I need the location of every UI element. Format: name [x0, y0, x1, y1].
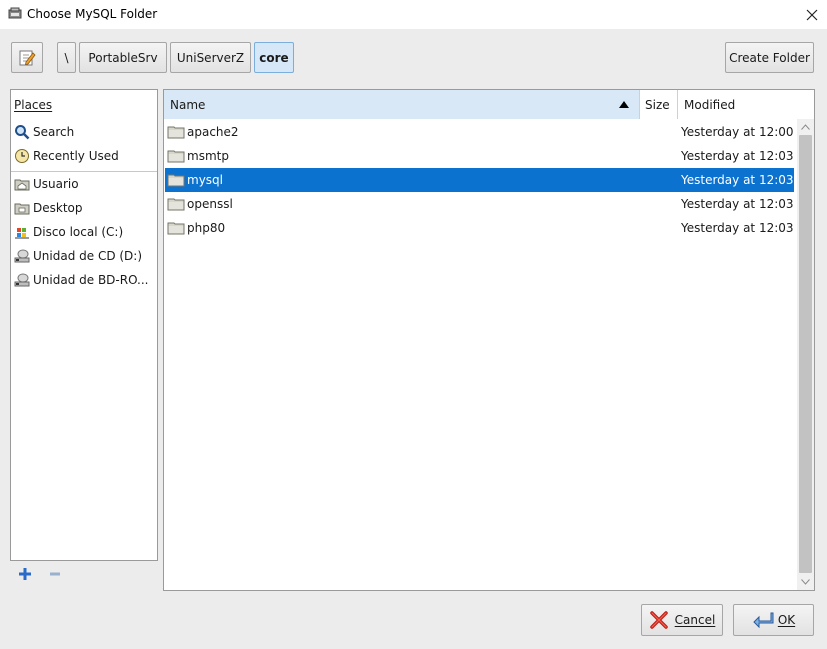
- breadcrumb-uniserverz[interactable]: UniServerZ: [170, 42, 251, 73]
- column-header-modified[interactable]: Modified: [678, 90, 794, 119]
- dialog-body: \ PortableSrv UniServerZ core Create Fol…: [0, 29, 827, 649]
- cancel-button[interactable]: Cancel: [641, 604, 723, 636]
- breadcrumb-core[interactable]: core: [254, 42, 294, 73]
- file-list: Name Size Modified apache2 Yesterday at …: [163, 89, 815, 591]
- bd-drive-icon: [14, 273, 30, 287]
- scroll-up-arrow[interactable]: [797, 120, 814, 134]
- place-usuario[interactable]: Usuario: [14, 173, 154, 195]
- app-icon: [8, 7, 22, 19]
- create-folder-button[interactable]: Create Folder: [725, 42, 814, 73]
- window-title: Choose MySQL Folder: [27, 7, 158, 21]
- clock-icon: [15, 149, 29, 163]
- place-desktop[interactable]: Desktop: [14, 197, 154, 219]
- magnifier-icon: [15, 125, 30, 140]
- place-search[interactable]: Search: [14, 121, 154, 143]
- enter-arrow-icon: [753, 612, 774, 629]
- place-unidad-bd-ro[interactable]: Unidad de BD-RO...: [14, 269, 154, 291]
- folder-icon: [167, 126, 185, 139]
- folder-icon: [167, 150, 185, 163]
- title-bar: Choose MySQL Folder: [0, 0, 827, 29]
- column-header-size[interactable]: Size: [640, 90, 678, 119]
- close-button[interactable]: [797, 0, 827, 29]
- add-place-icon[interactable]: [18, 567, 32, 581]
- place-recently-used[interactable]: Recently Used: [14, 145, 154, 167]
- desktop-folder-icon: [14, 203, 30, 215]
- place-disco-local-c[interactable]: Disco local (C:): [14, 221, 154, 243]
- places-sidebar: Places Search Recently Used Usuario Desk…: [10, 89, 158, 561]
- location-edit-toggle[interactable]: [11, 42, 43, 73]
- places-separator: [11, 171, 157, 172]
- cd-drive-icon: [14, 249, 30, 263]
- scrollbar-thumb[interactable]: [799, 135, 812, 573]
- places-header: Places: [14, 98, 53, 112]
- vertical-scrollbar[interactable]: [797, 119, 814, 590]
- file-row-mysql[interactable]: mysql Yesterday at 12:03: [165, 168, 794, 192]
- sort-ascending-icon: [619, 101, 629, 108]
- column-header-name[interactable]: Name: [164, 90, 640, 119]
- file-row-php80[interactable]: php80 Yesterday at 12:03: [165, 216, 794, 240]
- breadcrumb-portablesrv[interactable]: PortableSrv: [79, 42, 167, 73]
- file-row-msmtp[interactable]: msmtp Yesterday at 12:03: [165, 144, 794, 168]
- cancel-x-icon: [649, 611, 668, 629]
- chevron-up-icon: [801, 124, 810, 130]
- file-row-apache2[interactable]: apache2 Yesterday at 12:00: [165, 120, 794, 144]
- ok-button[interactable]: OK: [733, 604, 814, 636]
- breadcrumb-root[interactable]: \: [57, 42, 76, 73]
- places-actions: [10, 562, 158, 588]
- remove-place-icon[interactable]: [48, 567, 62, 581]
- folder-icon: [167, 198, 185, 211]
- folder-icon: [167, 174, 185, 187]
- scroll-down-arrow[interactable]: [797, 575, 814, 589]
- home-folder-icon: [14, 179, 30, 191]
- drive-icon: [15, 228, 29, 239]
- chevron-down-icon: [801, 579, 810, 585]
- close-icon: [806, 9, 818, 20]
- place-unidad-cd-d[interactable]: Unidad de CD (D:): [14, 245, 154, 267]
- edit-pencil-icon: [19, 50, 36, 65]
- file-row-openssl[interactable]: openssl Yesterday at 12:03: [165, 192, 794, 216]
- folder-icon: [167, 222, 185, 235]
